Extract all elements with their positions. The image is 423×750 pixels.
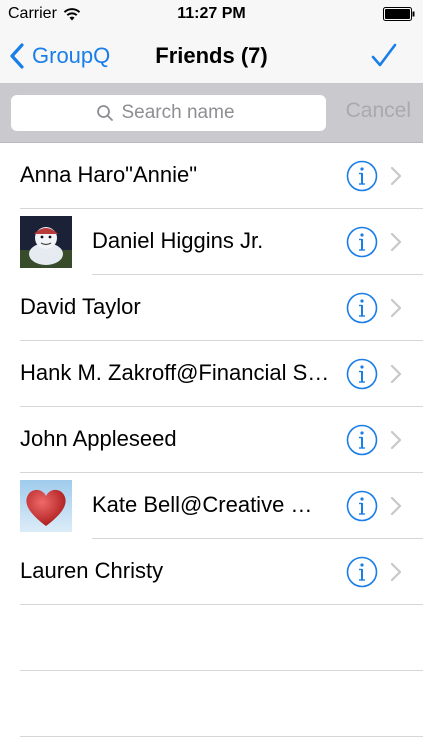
search-icon xyxy=(96,105,113,121)
chevron-right-icon xyxy=(390,430,402,450)
chevron-right-icon xyxy=(390,496,402,516)
battery-icon xyxy=(383,7,415,21)
list-item[interactable]: David Taylor xyxy=(0,275,423,341)
page-title: Friends (7) xyxy=(155,43,268,68)
list-item[interactable]: Hank M. Zakroff@Financial Services Inc. xyxy=(0,341,423,407)
contact-name: Kate Bell@Creative Consulting xyxy=(92,492,328,517)
cancel-button[interactable]: Cancel xyxy=(346,99,411,123)
chevron-right-icon xyxy=(390,298,402,318)
list-item[interactable]: John Appleseed xyxy=(0,407,423,473)
contact-name: David Taylor xyxy=(20,294,141,319)
contact-name: Anna Haro"Annie" xyxy=(20,162,198,187)
search-input[interactable] xyxy=(121,102,242,124)
status-bar: Carrier 11:27 PM xyxy=(0,0,423,28)
info-icon[interactable] xyxy=(346,358,378,390)
info-icon[interactable] xyxy=(346,556,378,588)
contact-list: Anna Haro"Annie" Daniel Higgins Jr. Davi… xyxy=(0,143,423,737)
chevron-right-icon xyxy=(390,232,402,252)
search-field[interactable] xyxy=(11,95,326,131)
list-item[interactable]: Lauren Christy xyxy=(0,539,423,605)
contact-name: Daniel Higgins Jr. xyxy=(92,228,264,253)
contact-name: John Appleseed xyxy=(20,426,177,451)
contact-name: Hank M. Zakroff@Financial Services Inc. xyxy=(20,360,330,385)
chevron-right-icon xyxy=(390,364,402,384)
info-icon[interactable] xyxy=(346,160,378,192)
list-item[interactable]: Daniel Higgins Jr. xyxy=(0,209,423,275)
info-icon[interactable] xyxy=(346,226,378,258)
search-bar: Cancel xyxy=(0,84,423,143)
info-icon[interactable] xyxy=(346,490,378,522)
list-item[interactable]: Anna Haro"Annie" xyxy=(0,143,423,209)
contact-name: Lauren Christy xyxy=(20,558,164,583)
navigation-bar: GroupQ Friends (7) xyxy=(0,28,423,84)
status-time: 11:27 PM xyxy=(177,5,246,22)
empty-row xyxy=(0,605,423,671)
info-icon[interactable] xyxy=(346,292,378,324)
contact-photo-snowman xyxy=(20,216,72,268)
contact-photo-heart xyxy=(20,480,72,532)
chevron-right-icon xyxy=(390,166,402,186)
info-icon[interactable] xyxy=(346,424,378,456)
chevron-right-icon xyxy=(390,562,402,582)
checkmark-icon[interactable] xyxy=(369,40,399,72)
empty-row xyxy=(0,671,423,737)
list-item[interactable]: Kate Bell@Creative Consulting xyxy=(0,473,423,539)
